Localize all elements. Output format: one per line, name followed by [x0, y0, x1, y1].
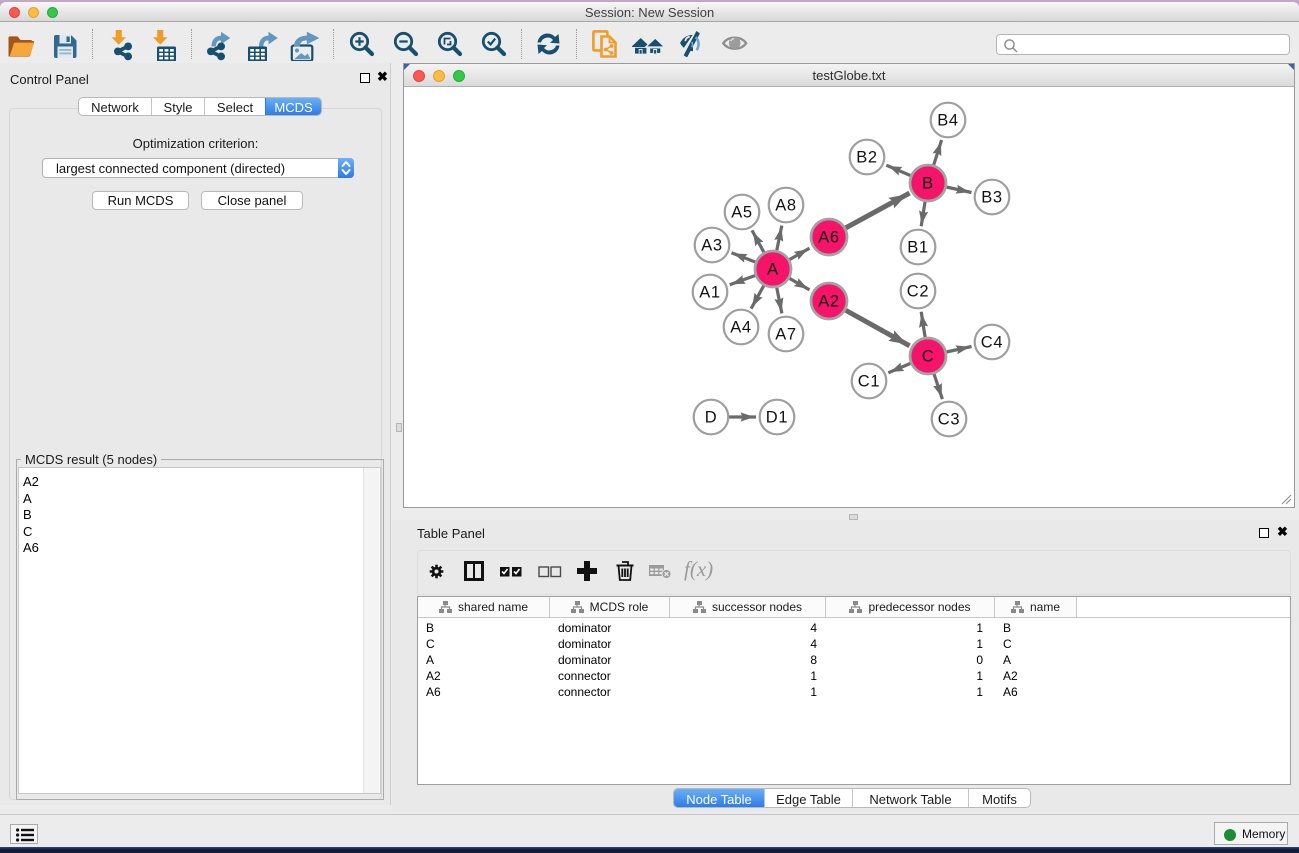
svg-text:B: B: [922, 175, 934, 193]
svg-text:C4: C4: [981, 334, 1004, 352]
svg-text:C: C: [922, 348, 935, 366]
svg-text:A8: A8: [775, 197, 797, 215]
svg-text:C3: C3: [938, 411, 961, 429]
svg-text:D: D: [705, 409, 718, 427]
svg-text:A2: A2: [818, 293, 840, 311]
svg-text:A6: A6: [818, 229, 840, 247]
svg-text:A: A: [767, 261, 779, 279]
svg-text:A7: A7: [775, 326, 797, 344]
svg-text:C1: C1: [858, 373, 881, 391]
svg-text:A1: A1: [699, 284, 721, 302]
svg-text:B1: B1: [907, 239, 929, 257]
svg-text:C2: C2: [907, 283, 930, 301]
svg-text:A3: A3: [701, 237, 723, 255]
svg-text:B2: B2: [856, 149, 878, 167]
svg-text:D1: D1: [766, 409, 789, 427]
svg-text:A5: A5: [731, 204, 753, 222]
svg-text:B3: B3: [981, 189, 1003, 207]
svg-text:A4: A4: [730, 319, 752, 337]
svg-text:B4: B4: [937, 112, 959, 130]
